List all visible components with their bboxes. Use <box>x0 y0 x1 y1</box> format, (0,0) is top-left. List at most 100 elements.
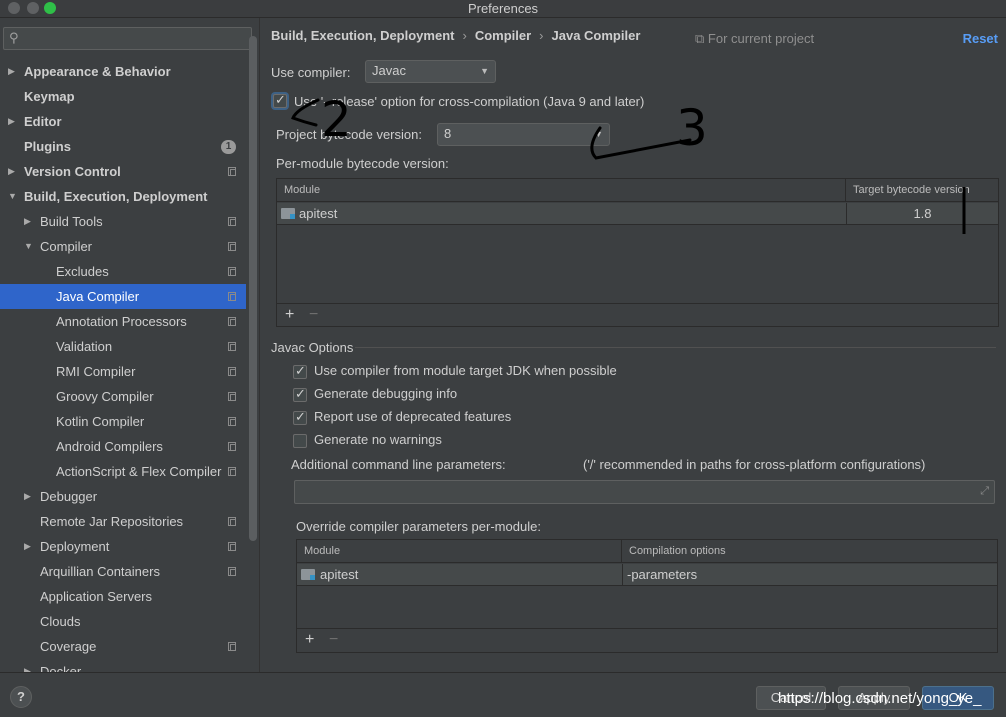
table-toolbar: + − <box>297 628 997 652</box>
use-compiler-label: Use compiler: <box>271 65 351 80</box>
project-level-icon <box>228 317 236 326</box>
maximize-window-button[interactable] <box>44 2 56 14</box>
javac-option-checkbox[interactable] <box>293 409 307 425</box>
sidebar-item[interactable]: Groovy Compiler <box>0 384 246 409</box>
sidebar-item[interactable]: ▶ Debugger <box>0 484 246 509</box>
chevron-down-icon: ▼ <box>594 129 603 139</box>
sidebar-item-label: RMI Compiler <box>56 364 136 379</box>
project-level-icon <box>228 292 236 301</box>
copy-icon: ⧉ <box>695 31 708 46</box>
remove-icon[interactable]: − <box>329 629 338 651</box>
compiler-select-value: Javac <box>372 63 406 78</box>
sidebar-item[interactable]: Annotation Processors <box>0 309 246 334</box>
expand-icon[interactable]: ⤢ <box>980 485 989 498</box>
sidebar-item[interactable]: Remote Jar Repositories <box>0 509 246 534</box>
sidebar-scrollbar[interactable] <box>249 36 257 541</box>
javac-option-label: Report use of deprecated features <box>314 409 512 424</box>
chevron-right-icon[interactable]: ▶ <box>24 659 36 672</box>
sidebar-item-label: Plugins <box>24 139 71 154</box>
remove-icon[interactable]: − <box>309 304 318 326</box>
main-panel: Build, Execution, Deployment › Compiler › Ja… <box>261 18 1006 672</box>
sidebar-item-label: Kotlin Compiler <box>56 414 145 429</box>
help-button[interactable]: ? <box>10 686 32 708</box>
settings-sidebar: ⚲ ▶ Appearance & Behavior Keymap ▶ Editor Plu… <box>0 18 260 672</box>
chevron-down-icon[interactable]: ▼ <box>8 184 20 209</box>
sidebar-item[interactable]: Kotlin Compiler <box>0 409 246 434</box>
reset-link[interactable]: Reset <box>963 31 998 46</box>
chevron-right-icon[interactable]: ▶ <box>8 109 20 134</box>
sidebar-item[interactable]: ▶ Version Control <box>0 159 246 184</box>
sidebar-item-label: Build, Execution, Deployment <box>24 189 208 204</box>
table-header: Module Target bytecode version <box>277 179 998 202</box>
sidebar-item-label: Annotation Processors <box>56 314 187 329</box>
sidebar-item-label: Excludes <box>56 264 109 279</box>
search-input[interactable]: ⚲ <box>3 27 252 50</box>
search-icon: ⚲ <box>9 30 19 45</box>
project-scope-text: For current project <box>707 31 815 46</box>
sidebar-item[interactable]: Java Compiler <box>0 284 246 309</box>
compiler-select[interactable]: Javac ▼ <box>365 60 496 83</box>
sidebar-item-label: Java Compiler <box>56 289 140 304</box>
sidebar-item[interactable]: Application Servers <box>0 584 246 609</box>
column-header[interactable]: Compilation options <box>622 540 997 563</box>
compilation-options-value[interactable]: -parameters <box>622 564 997 586</box>
chevron-down-icon[interactable]: ▼ <box>24 234 36 259</box>
sidebar-item-label: Remote Jar Repositories <box>40 514 184 529</box>
breadcrumb-item: Compiler <box>474 28 532 43</box>
bytecode-version-select[interactable]: 8 ▼ <box>437 123 610 146</box>
per-module-bytecode-label: Per-module bytecode version: <box>276 156 449 171</box>
javac-option-checkbox[interactable] <box>293 363 307 379</box>
sidebar-item[interactable]: Arquillian Containers <box>0 559 246 584</box>
sidebar-item[interactable]: Android Compilers <box>0 434 246 459</box>
target-bytecode-value[interactable]: 1.8 <box>846 203 998 225</box>
add-icon[interactable]: + <box>285 304 294 326</box>
table-row[interactable]: apitest 1.8 <box>277 203 998 225</box>
javac-option-checkbox[interactable] <box>293 386 307 402</box>
sidebar-item[interactable]: Clouds <box>0 609 246 634</box>
chevron-right-icon[interactable]: ▶ <box>8 159 20 184</box>
sidebar-item[interactable]: Keymap <box>0 84 246 109</box>
add-icon[interactable]: + <box>305 629 314 651</box>
breadcrumb-separator-icon: › <box>539 28 544 43</box>
chevron-right-icon[interactable]: ▶ <box>24 484 36 509</box>
sidebar-item[interactable]: ▼ Compiler <box>0 234 246 259</box>
sidebar-item[interactable]: Coverage <box>0 634 246 659</box>
additional-params-input[interactable]: ⤢ <box>294 480 995 504</box>
sidebar-item[interactable]: Validation <box>0 334 246 359</box>
additional-params-label: Additional command line parameters: <box>291 457 506 472</box>
sidebar-item-label: Keymap <box>24 89 75 104</box>
close-window-button[interactable] <box>8 2 20 14</box>
minimize-window-button[interactable] <box>27 2 39 14</box>
sidebar-item[interactable]: Excludes <box>0 259 246 284</box>
javac-option-checkbox[interactable] <box>293 434 307 448</box>
sidebar-item[interactable]: ▶ Docker <box>0 659 246 672</box>
module-name: apitest <box>299 206 338 221</box>
column-header[interactable]: Module <box>297 540 622 563</box>
sidebar-item[interactable]: ▶ Appearance & Behavior <box>0 59 246 84</box>
chevron-right-icon[interactable]: ▶ <box>8 59 20 84</box>
sidebar-item[interactable]: ▶ Deployment <box>0 534 246 559</box>
sidebar-item[interactable]: Plugins 1 <box>0 134 246 159</box>
chevron-down-icon: ▼ <box>480 66 489 76</box>
sidebar-item-label: Deployment <box>40 539 110 554</box>
column-header[interactable]: Target bytecode version <box>846 179 998 202</box>
title-bar: Preferences <box>0 0 1006 18</box>
sidebar-item[interactable]: ActionScript & Flex Compiler <box>0 459 246 484</box>
breadcrumb-separator-icon: › <box>462 28 467 43</box>
project-level-icon <box>228 467 236 476</box>
sidebar-item[interactable]: ▶ Editor <box>0 109 246 134</box>
chevron-right-icon[interactable]: ▶ <box>24 534 36 559</box>
table-row[interactable]: apitest -parameters <box>297 564 997 586</box>
update-count-badge: 1 <box>221 140 236 154</box>
release-option-checkbox[interactable] <box>273 92 287 108</box>
sidebar-item-label: Appearance & Behavior <box>24 64 171 79</box>
sidebar-item[interactable]: ▼ Build, Execution, Deployment <box>0 184 246 209</box>
sidebar-item[interactable]: RMI Compiler <box>0 359 246 384</box>
column-header[interactable]: Module <box>277 179 846 202</box>
chevron-right-icon[interactable]: ▶ <box>24 209 36 234</box>
breadcrumb-item: Build, Execution, Deployment <box>271 28 455 43</box>
breadcrumb: Build, Execution, Deployment › Compiler › Ja… <box>271 28 640 43</box>
sidebar-item[interactable]: ▶ Build Tools <box>0 209 246 234</box>
sidebar-item-label: Arquillian Containers <box>40 564 160 579</box>
javac-option-label: Generate debugging info <box>314 386 458 401</box>
